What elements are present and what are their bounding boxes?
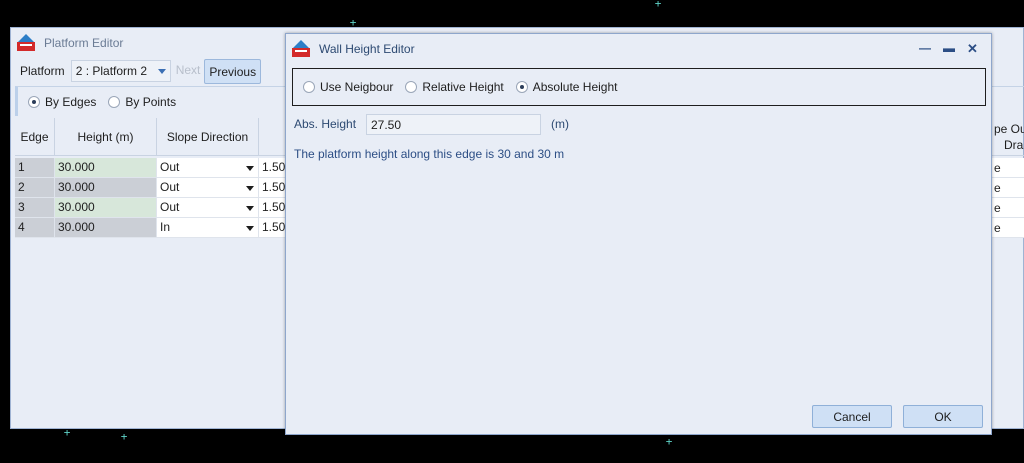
relative-height-label: Relative Height bbox=[422, 80, 504, 94]
ok-button[interactable]: OK bbox=[903, 405, 983, 428]
right-cell[interactable]: e bbox=[991, 198, 1024, 218]
platform-editor-title: Platform Editor bbox=[44, 36, 124, 50]
column-header-slope-out-drain-partial[interactable]: pe Ou Drai bbox=[991, 118, 1024, 156]
platform-height-info: The platform height along this edge is 3… bbox=[294, 147, 565, 161]
desktop-marker: + bbox=[665, 435, 673, 448]
slope-select-value: Out bbox=[160, 160, 180, 174]
previous-button[interactable]: Previous bbox=[204, 58, 262, 84]
edge-cell: 2 bbox=[15, 178, 55, 198]
column-header-slope-direction[interactable]: Slope Direction bbox=[157, 118, 259, 156]
abs-height-label: Abs. Height bbox=[294, 117, 357, 131]
platform-select[interactable]: 2 : Platform 2 bbox=[70, 60, 171, 82]
slope-select[interactable]: In bbox=[157, 218, 259, 238]
edge-cell: 3 bbox=[15, 198, 55, 218]
right-cell[interactable]: e bbox=[991, 158, 1024, 178]
slope-select-value: Out bbox=[160, 200, 180, 214]
height-cell[interactable]: 30.000 bbox=[55, 198, 157, 218]
right-cell[interactable]: e bbox=[991, 178, 1024, 198]
close-icon[interactable]: ✕ bbox=[967, 41, 978, 57]
relative-height-radio[interactable]: Relative Height bbox=[405, 80, 504, 94]
slope-select-value: Out bbox=[160, 180, 180, 194]
right-header-line-2: Drai bbox=[1004, 138, 1024, 152]
abs-height-unit: (m) bbox=[551, 117, 569, 131]
by-edges-label: By Edges bbox=[45, 94, 97, 109]
height-cell[interactable]: 30.000 bbox=[55, 218, 157, 238]
column-header-edge[interactable]: Edge bbox=[15, 118, 55, 156]
radio-unselected-icon bbox=[405, 81, 418, 93]
radio-unselected-icon bbox=[108, 95, 121, 108]
wall-height-editor-dialog: Wall Height Editor — ▬ ✕ Use Neigbour Re… bbox=[285, 33, 992, 435]
app-logo-icon bbox=[291, 40, 311, 58]
chevron-down-icon bbox=[157, 69, 166, 74]
slope-select-value: In bbox=[160, 220, 171, 234]
right-column-cells: e e e e bbox=[991, 158, 1024, 238]
app-logo-icon bbox=[16, 34, 36, 52]
height-cell[interactable]: 30.000 bbox=[55, 158, 157, 178]
height-cell[interactable]: 30.000 bbox=[55, 178, 157, 198]
height-mode-radio-group: Use Neigbour Relative Height Absolute He… bbox=[292, 68, 986, 106]
platform-toolbar: Platform 2 : Platform 2 Next Previous bbox=[15, 58, 262, 84]
column-header-height[interactable]: Height (m) bbox=[55, 118, 157, 156]
wall-height-editor-title: Wall Height Editor bbox=[319, 42, 415, 56]
dropdown-arrow-icon bbox=[246, 206, 254, 211]
platform-label: Platform bbox=[20, 64, 65, 78]
by-edges-radio[interactable]: By Edges bbox=[28, 95, 96, 109]
desktop-marker: + bbox=[654, 0, 662, 10]
dropdown-arrow-icon bbox=[246, 226, 254, 231]
use-neigbour-label: Use Neigbour bbox=[320, 80, 394, 94]
radio-unselected-icon bbox=[303, 81, 315, 93]
right-header-line-1: pe Ou bbox=[994, 122, 1024, 136]
abs-height-input[interactable]: 27.50 bbox=[366, 114, 541, 135]
radio-selected-icon bbox=[28, 95, 40, 108]
wall-height-editor-titlebar: Wall Height Editor bbox=[286, 34, 991, 64]
edge-cell: 1 bbox=[15, 158, 55, 178]
dropdown-arrow-icon bbox=[246, 166, 254, 171]
radio-selected-icon bbox=[515, 81, 528, 93]
platform-select-value: 2 : Platform 2 bbox=[75, 64, 148, 78]
use-neigbour-radio[interactable]: Use Neigbour bbox=[303, 80, 393, 94]
next-button[interactable]: Next bbox=[173, 60, 204, 82]
desktop-marker: + bbox=[120, 430, 128, 443]
right-cell[interactable]: e bbox=[991, 218, 1024, 238]
edge-cell: 4 bbox=[15, 218, 55, 238]
dropdown-arrow-icon bbox=[246, 186, 254, 191]
maximize-icon[interactable]: ▬ bbox=[943, 41, 955, 55]
minimize-icon[interactable]: — bbox=[919, 41, 931, 55]
absolute-height-label: Absolute Height bbox=[532, 80, 618, 94]
by-points-label: By Points bbox=[125, 94, 177, 109]
slope-select[interactable]: Out bbox=[157, 178, 259, 198]
absolute-height-radio[interactable]: Absolute Height bbox=[515, 80, 618, 94]
slope-select[interactable]: Out bbox=[157, 198, 259, 218]
cancel-button[interactable]: Cancel bbox=[812, 405, 892, 428]
slope-select[interactable]: Out bbox=[157, 158, 259, 178]
by-points-radio[interactable]: By Points bbox=[108, 95, 176, 109]
